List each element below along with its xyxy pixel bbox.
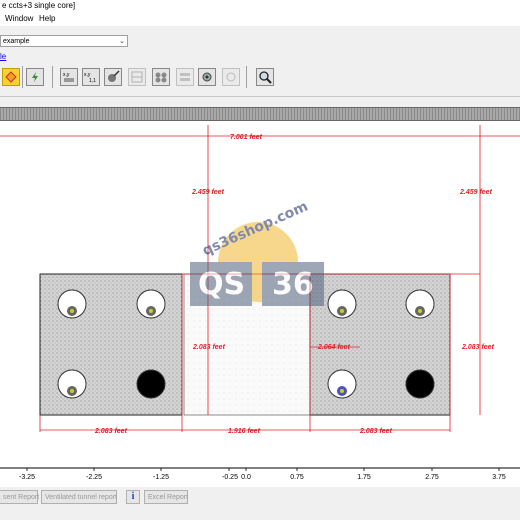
dim-top-span: 7.001 feet — [230, 134, 263, 141]
filled-duct — [405, 369, 435, 399]
dim-left-block-width: 2.083 feet — [94, 428, 128, 435]
axis-tick-label: 0.0 — [241, 474, 251, 481]
grid-icon[interactable] — [128, 68, 146, 86]
toolbar-separator — [22, 66, 23, 88]
dim-far-right-height: 2.083 feet — [461, 344, 495, 351]
cable-core — [70, 309, 74, 313]
svg-text:x,y: x,y — [63, 72, 70, 78]
svg-text:1,1: 1,1 — [89, 78, 96, 83]
ventilated-tunnel-report-button[interactable]: Ventilated tunnel report — [41, 490, 117, 504]
watermark-site: qs36shop.com — [200, 198, 310, 259]
zoom-icon[interactable] — [256, 68, 274, 86]
cable-core — [418, 309, 422, 313]
cable-core — [70, 389, 74, 393]
window-title-bar: e ccts+3 single core] — [0, 0, 520, 12]
disabled-tool-icon[interactable] — [222, 68, 240, 86]
cable-core — [340, 389, 344, 393]
link-label[interactable]: le — [0, 52, 6, 61]
config-select-value: example — [3, 38, 30, 45]
axis-tick-label: 1.75 — [357, 474, 371, 481]
dim-right-block-width: 2.083 feet — [359, 428, 393, 435]
cable-settings-icon[interactable] — [198, 68, 216, 86]
toolbar-separator — [52, 66, 53, 88]
warning-icon[interactable] — [2, 68, 20, 86]
layers-icon[interactable] — [176, 68, 194, 86]
cable-core — [340, 309, 344, 313]
menu-help[interactable]: Help — [39, 12, 55, 26]
duct-bank-icon[interactable] — [152, 68, 170, 86]
axis-tick-label: -2.25 — [86, 474, 102, 481]
ground-surface-bar — [0, 107, 520, 121]
config-select-row: example ⌄ — [0, 34, 520, 50]
window-title: e ccts+3 single core] — [2, 1, 76, 10]
present-report-button[interactable]: sent Report — [0, 490, 39, 504]
toolbar-separator — [246, 66, 247, 88]
dim-left-height: 2.459 feet — [191, 189, 225, 196]
axis-tick-label: -3.25 — [19, 474, 35, 481]
menu-window[interactable]: Window — [5, 12, 33, 26]
xy-trench-icon[interactable]: x,y — [60, 68, 78, 86]
lightning-icon[interactable] — [26, 68, 44, 86]
toolbar-divider — [0, 96, 520, 97]
filled-duct — [136, 369, 166, 399]
dim-right-height: 2.459 feet — [459, 189, 493, 196]
info-button[interactable]: i — [126, 490, 140, 504]
cross-section-drawing: 7.001 feet 2.459 feet 2.459 feet 2.083 f… — [0, 125, 520, 435]
config-select[interactable]: example ⌄ — [0, 35, 128, 47]
menu-bar: Window Help — [0, 12, 520, 26]
dim-gap-width: 1.916 feet — [228, 428, 261, 435]
x-axis: -3.25 -2.25 -1.25 -0.25 0.0 0.75 1.75 2.… — [0, 467, 520, 487]
axis-tick-label: 2.75 — [425, 474, 439, 481]
x-axis-drawing: -3.25 -2.25 -1.25 -0.25 0.0 0.75 1.75 2.… — [0, 467, 520, 481]
axis-tick-label: 3.75 — [492, 474, 506, 481]
dim-inner-height: 2.064 feet — [317, 344, 351, 351]
axis-tick-label: -1.25 — [153, 474, 169, 481]
cable-tool-icon[interactable] — [104, 68, 122, 86]
axis-tick-label: 0.75 — [290, 474, 304, 481]
axis-tick-label: -0.25 — [222, 474, 238, 481]
xy-coordinates-icon[interactable]: x,y 1,1 — [82, 68, 100, 86]
excel-report-button[interactable]: Excel Report — [144, 490, 188, 504]
drawing-canvas[interactable]: 7.001 feet 2.459 feet 2.459 feet 2.083 f… — [0, 121, 520, 467]
chevron-down-icon: ⌄ — [119, 38, 125, 45]
dim-gap-height: 2.083 feet — [192, 344, 226, 351]
cable-core — [149, 309, 153, 313]
